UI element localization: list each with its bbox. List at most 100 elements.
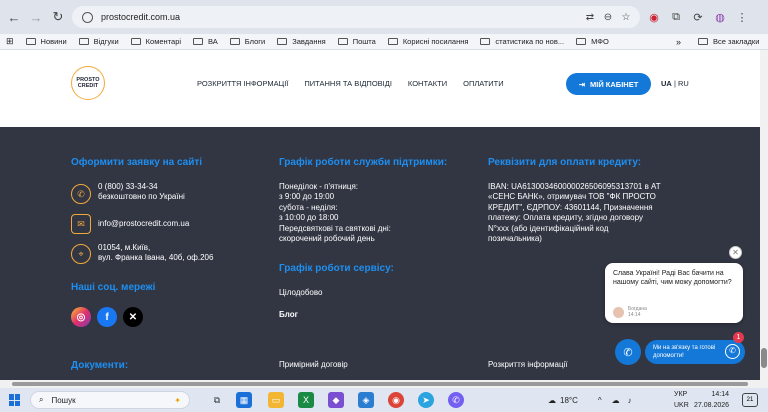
email-link[interactable]: info@prostocredit.com.ua: [98, 219, 189, 229]
vertical-scrollbar[interactable]: [760, 50, 768, 380]
disclosure-link[interactable]: Розкриття інформації: [488, 360, 568, 370]
file-explorer-icon[interactable]: ▭: [268, 392, 284, 408]
temperature[interactable]: 18°C: [560, 396, 578, 405]
nav-faq[interactable]: ПИТАННЯ ТА ВІДПОВІДІ: [304, 79, 392, 88]
search-highlight-icon: ✦: [174, 395, 181, 405]
language-switcher: UA | RU: [661, 79, 689, 88]
documents-title: Документи:: [71, 360, 129, 371]
profile-icon[interactable]: ◍: [712, 6, 728, 28]
bookmark-folder[interactable]: Коментарі: [130, 37, 181, 46]
tray-overflow-icon[interactable]: ^: [598, 396, 602, 405]
service-hours: Цілодобово: [279, 288, 323, 297]
url-text: prostocredit.com.ua: [101, 12, 181, 22]
my-cabinet-button[interactable]: ⇥ МІЙ КАБІНЕТ: [566, 73, 651, 95]
sample-contract-link[interactable]: Примірний договір: [279, 360, 348, 370]
chrome-icon[interactable]: ◉: [388, 392, 404, 408]
details-line: платежу: Оплата кредиту, згідно договору: [488, 213, 643, 223]
taskbar-clock[interactable]: 14:14 27.08.2026: [694, 390, 729, 411]
folder-icon: [337, 38, 348, 45]
clock-date: 27.08.2026: [694, 401, 730, 409]
store-icon[interactable]: ▦: [236, 392, 252, 408]
support-schedule: Понеділок - п'ятниця: з 9:00 до 19:00 су…: [279, 182, 391, 244]
notification-center[interactable]: 21: [742, 393, 758, 407]
chat-phone-button[interactable]: ✆: [615, 339, 641, 365]
bookmark-folder[interactable]: статистика по нов...: [480, 37, 564, 46]
browser-toolbar: ← → ↻ prostocredit.com.ua ⇄ ⊖ ☆ ◉ ⧉ ⟳ ◍ …: [0, 0, 768, 34]
weather-icon[interactable]: ☁: [548, 396, 556, 405]
main-nav: РОЗКРИТТЯ ІНФОРМАЦІЇ ПИТАННЯ ТА ВІДПОВІД…: [197, 79, 504, 88]
phone-icon: ✆: [71, 184, 91, 204]
bookmark-folder[interactable]: Пошта: [337, 37, 376, 46]
nav-contacts[interactable]: КОНТАКТИ: [408, 79, 447, 88]
app-icon[interactable]: ◈: [358, 392, 374, 408]
forward-icon[interactable]: →: [25, 6, 47, 28]
chat-greeting-bubble: Слава Україні! Раді Вас бачити на нашому…: [605, 263, 743, 323]
more-bookmarks-icon[interactable]: »: [676, 37, 681, 47]
vertical-scroll-thumb[interactable]: [761, 348, 767, 368]
chat-unread-badge: 1: [733, 332, 744, 343]
address-bar[interactable]: prostocredit.com.ua ⇄ ⊖ ☆: [72, 6, 640, 28]
payment-details: IBAN: UA613003460000026506095313701 в АТ…: [488, 182, 661, 244]
back-icon[interactable]: ←: [3, 6, 25, 28]
task-view-icon[interactable]: ⧉: [209, 392, 225, 408]
bookmark-folder[interactable]: Блоги: [229, 37, 265, 46]
blog-link[interactable]: Блог: [279, 310, 298, 320]
phone-number[interactable]: 0 (800) 33-34-34: [98, 182, 185, 192]
prostocredit-logo[interactable]: PROSTO CREDIT: [71, 66, 105, 100]
volume-icon[interactable]: ♪: [628, 396, 632, 405]
nav-disclosure[interactable]: РОЗКРИТТЯ ІНФОРМАЦІЇ: [197, 79, 288, 88]
nav-pay[interactable]: ОПЛАТИТИ: [463, 79, 504, 88]
lang-separator: |: [673, 79, 676, 88]
schedule-line: з 10:00 до 18:00: [279, 213, 339, 223]
instagram-icon[interactable]: ◎: [71, 307, 91, 327]
all-bookmarks[interactable]: Все закладки: [698, 37, 759, 46]
site-info-icon[interactable]: [82, 11, 93, 23]
lang-ru[interactable]: RU: [678, 79, 689, 88]
bookmark-folder[interactable]: Завдання: [277, 37, 326, 46]
bookmark-folder[interactable]: Корисні посилання: [387, 37, 468, 46]
bookmark-folder[interactable]: МФО: [576, 37, 609, 46]
service-title: Графік роботи сервісу:: [279, 263, 394, 274]
chat-open-button[interactable]: Ми на зв'язку та готові допомогти! ✆: [645, 340, 745, 364]
site-header: PROSTO CREDIT РОЗКРИТТЯ ІНФОРМАЦІЇ ПИТАН…: [0, 50, 760, 127]
folder-icon: [698, 38, 708, 45]
schedule-line: з 9:00 до 19:00: [279, 192, 335, 202]
details-line: позичальника): [488, 233, 542, 243]
bookmark-star-icon[interactable]: ☆: [618, 9, 634, 25]
translate-icon[interactable]: ⇄: [582, 9, 598, 25]
excel-icon[interactable]: X: [298, 392, 314, 408]
extension-color-icon[interactable]: ◉: [646, 6, 662, 28]
windows-start-icon[interactable]: [9, 394, 21, 406]
reload-icon[interactable]: ↻: [47, 6, 69, 28]
folder-icon: [277, 38, 288, 45]
bookmark-folder[interactable]: Новини: [25, 37, 67, 46]
facebook-icon[interactable]: f: [97, 307, 117, 327]
login-icon: ⇥: [578, 79, 585, 89]
chat-close-icon[interactable]: ✕: [729, 246, 742, 259]
lang-ua[interactable]: UA: [661, 79, 672, 88]
x-twitter-icon[interactable]: ✕: [123, 307, 143, 327]
bookmark-folder[interactable]: ВА: [193, 37, 218, 46]
telegram-icon[interactable]: ➤: [418, 392, 434, 408]
menu-icon[interactable]: ⋮: [734, 6, 750, 28]
viber-taskbar-icon[interactable]: ✆: [448, 392, 464, 408]
bookmark-folder[interactable]: Відгуки: [78, 37, 119, 46]
schedule-line: субота - неділя:: [279, 202, 338, 212]
apps-icon[interactable]: ⊞: [6, 36, 14, 47]
agent-name: Богдана: [628, 305, 647, 312]
zoom-icon[interactable]: ⊖: [600, 9, 616, 25]
horizontal-scroll-thumb[interactable]: [12, 382, 748, 386]
copilot-icon[interactable]: ◆: [328, 392, 344, 408]
network-icon[interactable]: ☁: [612, 396, 620, 405]
support-title: Графік роботи служби підтримки:: [279, 157, 448, 168]
cast-icon[interactable]: ⟳: [690, 6, 706, 28]
folder-icon: [229, 38, 240, 45]
input-language[interactable]: УКР UKR: [674, 390, 689, 411]
cabinet-label: МІЙ КАБІНЕТ: [590, 79, 639, 89]
extensions-icon[interactable]: ⧉: [668, 6, 684, 28]
language-line2: UKR: [674, 401, 689, 409]
taskbar-search[interactable]: ⌕ Пошук ✦: [30, 391, 190, 409]
phone-note: безкоштовно по Україні: [98, 192, 185, 202]
schedule-line: Понеділок - п'ятниця:: [279, 182, 359, 191]
folder-icon: [193, 38, 204, 45]
